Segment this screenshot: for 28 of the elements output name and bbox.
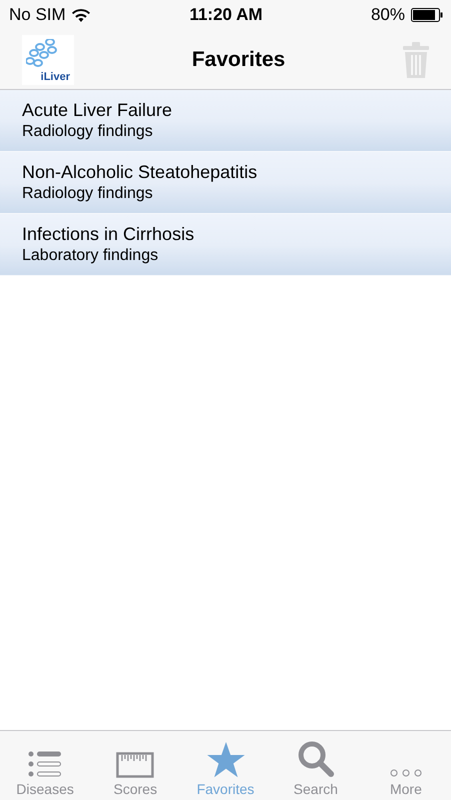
tab-bar-item[interactable]: Scores: [90, 731, 180, 800]
logo-text: iLiver: [40, 70, 70, 82]
favorite-row[interactable]: Non-Alcoholic Steatohepatitis Radiology findings: [0, 152, 451, 214]
battery-icon: [410, 8, 443, 22]
screen-title: Favorites: [192, 48, 286, 72]
tab-bar-item[interactable]: More: [360, 731, 451, 800]
tab-bar-item[interactable]: Search: [270, 731, 361, 800]
wifi-icon: [72, 8, 90, 22]
tab-bar-item[interactable]: Diseases: [0, 731, 90, 800]
favorite-title: Infections in Cirrhosis: [22, 224, 196, 245]
favorite-title: Acute Liver Failure: [22, 100, 174, 121]
carrier-label: No SIM: [9, 5, 66, 25]
favorite-subtitle: Radiology findings: [22, 185, 154, 203]
clock: 11:20 AM: [189, 5, 263, 25]
favorite-row[interactable]: Infections in Cirrhosis Laboratory findings: [0, 214, 451, 276]
logo-icon: [26, 38, 60, 66]
list-icon: [27, 750, 64, 778]
app-logo[interactable]: iLiver: [22, 34, 74, 84]
star-icon: [206, 742, 244, 778]
tab-bar-item[interactable]: Favorites: [180, 731, 271, 800]
search-icon: [296, 740, 335, 778]
favorite-subtitle: Radiology findings: [22, 123, 154, 141]
favorite-row[interactable]: Acute Liver Failure Radiology findings: [0, 90, 451, 152]
favorite-title: Non-Alcoholic Steatohepatitis: [22, 162, 258, 183]
battery-percentage: 80%: [370, 5, 405, 25]
ruler-icon: [116, 752, 154, 778]
more-icon: [388, 768, 423, 778]
favorite-subtitle: Laboratory findings: [22, 247, 160, 265]
